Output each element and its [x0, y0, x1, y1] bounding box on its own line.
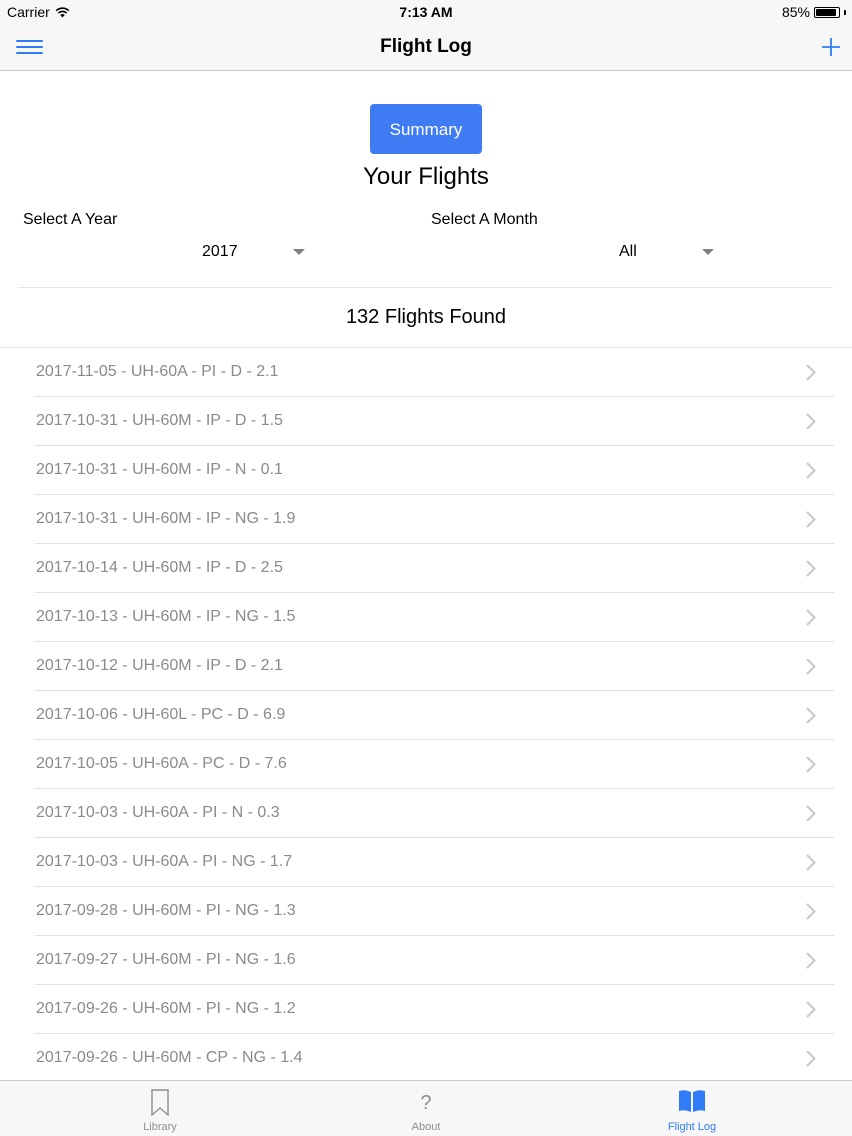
flight-list-item[interactable]: 2017-09-26 - UH-60M - CP - NG - 1.4: [0, 1034, 852, 1081]
flight-list-item[interactable]: 2017-10-14 - UH-60M - IP - D - 2.5: [0, 544, 852, 593]
battery-icon: [814, 6, 840, 18]
chevron-right-icon: [806, 707, 816, 724]
question-mark-icon: ?: [420, 1092, 432, 1114]
flight-list-item[interactable]: 2017-10-31 - UH-60M - IP - D - 1.5: [0, 397, 852, 446]
chevron-right-icon: [806, 756, 816, 773]
month-select[interactable]: All: [619, 243, 637, 261]
flight-entry-label: 2017-10-03 - UH-60A - PI - NG - 1.7: [36, 853, 293, 870]
flight-list[interactable]: 2017-11-05 - UH-60A - PI - D - 2.1 2017-1…: [0, 347, 852, 1081]
nav-title: Flight Log: [380, 36, 472, 57]
flight-entry-label: 2017-10-12 - UH-60M - IP - D - 2.1: [36, 657, 283, 674]
chevron-right-icon: [806, 364, 816, 381]
flight-entry-label: 2017-09-26 - UH-60M - CP - NG - 1.4: [36, 1049, 303, 1066]
chevron-right-icon: [806, 805, 816, 822]
status-time: 7:13 AM: [399, 4, 453, 20]
flight-list-item[interactable]: 2017-09-28 - UH-60M - PI - NG - 1.3: [0, 887, 852, 936]
flight-entry-label: 2017-09-28 - UH-60M - PI - NG - 1.3: [36, 902, 296, 919]
chevron-right-icon: [806, 1001, 816, 1018]
flight-list-item[interactable]: 2017-10-12 - UH-60M - IP - D - 2.1: [0, 642, 852, 691]
flight-list-item[interactable]: 2017-10-05 - UH-60A - PC - D - 7.6: [0, 740, 852, 789]
plus-icon[interactable]: [821, 37, 841, 57]
bookmark-icon: [151, 1089, 169, 1116]
flight-entry-label: 2017-10-05 - UH-60A - PC - D - 7.6: [36, 755, 287, 772]
flight-entry-label: 2017-10-31 - UH-60M - IP - N - 0.1: [36, 461, 283, 478]
flight-entry-label: 2017-10-03 - UH-60A - PI - N - 0.3: [36, 804, 280, 821]
battery-percent: 85%: [781, 4, 810, 20]
chevron-right-icon: [806, 1050, 816, 1067]
tab-about-label: About: [411, 1121, 441, 1133]
tab-library-label: Library: [143, 1121, 177, 1133]
flight-list-item[interactable]: 2017-09-26 - UH-60M - PI - NG - 1.2: [0, 985, 852, 1034]
chevron-right-icon: [806, 511, 816, 528]
flight-list-item[interactable]: 2017-10-13 - UH-60M - IP - NG - 1.5: [0, 593, 852, 642]
status-bar: Carrier 7:13 AM 85%: [0, 0, 852, 24]
tab-bar: Library ? About Flight Log: [0, 1080, 852, 1136]
flights-found-count: 132 Flights Found: [345, 306, 507, 328]
battery-status: 85%: [782, 4, 846, 20]
flight-entry-label: 2017-11-05 - UH-60A - PI - D - 2.1: [36, 363, 279, 380]
flight-entry-label: 2017-10-31 - UH-60M - IP - NG - 1.9: [36, 510, 296, 527]
year-dropdown-caret-icon[interactable]: [293, 249, 305, 255]
flight-entry-label: 2017-09-26 - UH-60M - PI - NG - 1.2: [36, 1000, 296, 1017]
chevron-right-icon: [806, 952, 816, 969]
month-dropdown-caret-icon[interactable]: [702, 249, 714, 255]
flight-list-item[interactable]: 2017-11-05 - UH-60A - PI - D - 2.1: [0, 348, 852, 397]
year-filter-label: Select A Year: [23, 211, 118, 228]
tab-flight-log-label: Flight Log: [667, 1121, 717, 1133]
flight-list-item[interactable]: 2017-10-31 - UH-60M - IP - NG - 1.9: [0, 495, 852, 544]
navigation-bar: Flight Log: [0, 24, 852, 71]
summary-button[interactable]: Summary: [370, 104, 482, 154]
flight-entry-label: 2017-10-31 - UH-60M - IP - D - 1.5: [36, 412, 283, 429]
tab-library[interactable]: Library: [100, 1081, 220, 1136]
flight-entry-label: 2017-10-14 - UH-60M - IP - D - 2.5: [36, 559, 283, 576]
flight-list-item[interactable]: 2017-10-31 - UH-60M - IP - N - 0.1: [0, 446, 852, 495]
flight-list-item[interactable]: 2017-10-03 - UH-60A - PI - NG - 1.7: [0, 838, 852, 887]
chevron-right-icon: [806, 903, 816, 920]
chevron-right-icon: [806, 609, 816, 626]
flight-entry-label: 2017-09-27 - UH-60M - PI - NG - 1.6: [36, 951, 296, 968]
page-heading: Your Flights: [363, 163, 489, 190]
flight-list-item[interactable]: 2017-10-03 - UH-60A - PI - N - 0.3: [0, 789, 852, 838]
flight-list-item[interactable]: 2017-09-27 - UH-60M - PI - NG - 1.6: [0, 936, 852, 985]
chevron-right-icon: [806, 560, 816, 577]
tab-about[interactable]: ? About: [366, 1081, 486, 1136]
chevron-right-icon: [806, 854, 816, 871]
month-filter-label: Select A Month: [431, 211, 538, 228]
flight-list-item[interactable]: 2017-10-06 - UH-60L - PC - D - 6.9: [0, 691, 852, 740]
chevron-right-icon: [806, 462, 816, 479]
chevron-right-icon: [806, 413, 816, 430]
chevron-right-icon: [806, 658, 816, 675]
tab-flight-log[interactable]: Flight Log: [632, 1081, 752, 1136]
flight-log-screen: Carrier 7:13 AM 85% Flight Log Summary Y…: [0, 0, 852, 1136]
year-select[interactable]: 2017: [202, 243, 238, 261]
flight-entry-label: 2017-10-06 - UH-60L - PC - D - 6.9: [36, 706, 286, 723]
flight-entry-label: 2017-10-13 - UH-60M - IP - NG - 1.5: [36, 608, 296, 625]
filter-divider: [18, 287, 833, 288]
open-book-icon: [679, 1090, 705, 1112]
